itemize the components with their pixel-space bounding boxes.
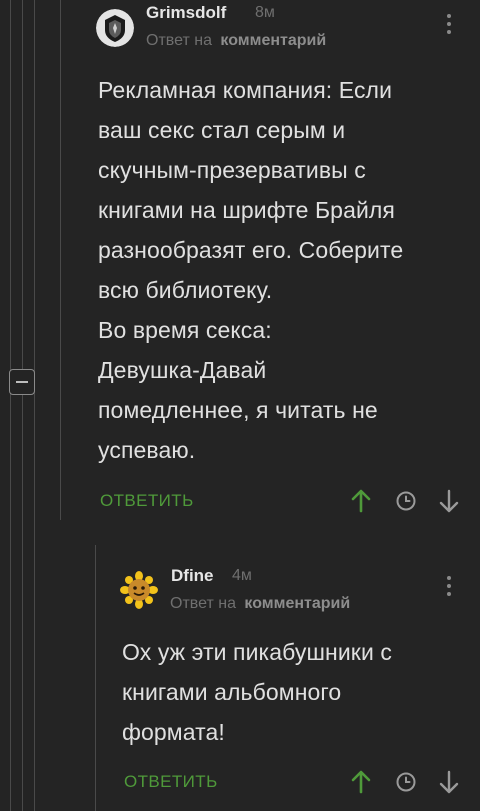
vertical-dots-icon <box>439 14 459 34</box>
arrow-down-icon <box>439 489 459 513</box>
reply-to-prefix: Ответ на <box>146 32 212 49</box>
reply-to-target: комментарий <box>220 32 327 49</box>
clock-icon <box>396 772 416 792</box>
reply-to-prefix: Ответ на <box>170 595 236 612</box>
reply-to-link[interactable]: Ответ на комментарий <box>170 595 350 613</box>
comment-menu-button[interactable] <box>439 14 459 40</box>
reply-button[interactable]: ОТВЕТИТЬ <box>100 491 194 511</box>
save-button[interactable] <box>395 490 417 512</box>
thread-line-outer <box>10 0 11 811</box>
timestamp: 4м <box>232 567 252 584</box>
clock-icon <box>396 491 416 511</box>
thread-line-level-2 <box>34 0 35 811</box>
shield-avatar-icon <box>96 9 134 47</box>
comment-menu-button[interactable] <box>439 576 459 602</box>
reply-to-link[interactable]: Ответ на комментарий <box>146 32 326 50</box>
thread-line-level-1 <box>22 0 23 811</box>
arrow-up-icon <box>351 489 371 513</box>
arrow-down-icon <box>439 770 459 794</box>
vertical-dots-icon <box>439 576 459 596</box>
sunflower-avatar-icon <box>120 571 158 609</box>
reply-to-target: комментарий <box>244 595 351 612</box>
avatar[interactable] <box>120 571 158 609</box>
timestamp: 8м <box>255 4 275 21</box>
thread-line-reply <box>95 545 96 811</box>
username[interactable]: Grimsdolf <box>146 3 226 23</box>
arrow-up-icon <box>351 770 371 794</box>
thread-line-level-3 <box>60 0 61 520</box>
reply-button[interactable]: ОТВЕТИТЬ <box>124 772 218 792</box>
upvote-button[interactable] <box>349 488 373 514</box>
collapse-thread-button[interactable] <box>9 369 35 395</box>
upvote-button[interactable] <box>349 769 373 795</box>
avatar[interactable] <box>96 9 134 47</box>
downvote-button[interactable] <box>437 488 461 514</box>
comment-text: Рекламная компания: Если ваш секс стал с… <box>98 77 404 463</box>
username[interactable]: Dfine <box>171 566 214 586</box>
save-button[interactable] <box>395 771 417 793</box>
downvote-button[interactable] <box>437 769 461 795</box>
comment-text: Ох уж эти пикабушники с книгами альбомно… <box>122 639 392 745</box>
